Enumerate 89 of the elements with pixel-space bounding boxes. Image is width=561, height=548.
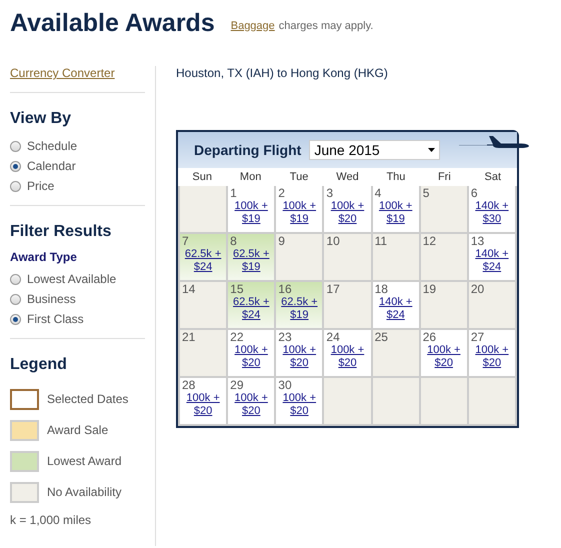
weekday-label: Mon (238, 170, 262, 185)
weekday-label: Wed (335, 170, 360, 185)
award-price-link[interactable]: 100k + $20 (326, 344, 370, 370)
day-number: 14 (182, 283, 196, 296)
weekday-label: Sat (484, 170, 502, 185)
day-number: 19 (422, 283, 436, 296)
calendar-title: Departing Flight (194, 140, 302, 160)
radio-button[interactable] (10, 314, 21, 324)
dropdown-arrow-icon (428, 148, 436, 152)
day-number: 10 (326, 235, 340, 248)
award-price-link[interactable]: 100k + $20 (229, 344, 274, 370)
section-heading: Legend (10, 355, 68, 375)
radio-label[interactable]: First Class (27, 310, 84, 328)
day-number: 26 (422, 331, 436, 344)
radio-button[interactable] (10, 180, 21, 192)
day-number: 9 (278, 235, 285, 248)
award-price-link[interactable]: 62.5k + $19 (229, 248, 274, 274)
legend-swatch (10, 389, 39, 410)
day-number: 16 (278, 283, 292, 296)
radio-label[interactable]: Business (27, 290, 76, 308)
legend-label: No Availability (47, 484, 122, 501)
day-number: 17 (326, 283, 340, 296)
award-price-link[interactable]: 100k + $20 (326, 200, 370, 226)
award-price-link[interactable]: 100k + $20 (277, 344, 322, 370)
award-price-link[interactable]: 100k + $20 (422, 344, 466, 370)
page-title: Available Awards (10, 8, 215, 38)
award-price-link[interactable]: 100k + $20 (277, 392, 322, 418)
radio-button[interactable] (10, 274, 21, 284)
day-number: 5 (422, 187, 430, 200)
day-number: 21 (182, 331, 196, 344)
baggage-link[interactable]: Baggage (230, 18, 275, 34)
day-number: 25 (374, 331, 388, 344)
day-number: 11 (374, 235, 388, 248)
day-number: 1 (230, 187, 237, 200)
radio-button[interactable] (10, 294, 21, 304)
award-price-link[interactable]: 140k + $24 (374, 296, 418, 322)
day-number: 29 (230, 379, 244, 392)
day-number: 30 (278, 379, 292, 392)
legend-swatch (10, 482, 39, 503)
weekday-label: Tue (288, 170, 310, 185)
radio-label[interactable]: Price (27, 177, 54, 195)
day-number: 27 (470, 331, 484, 344)
day-number: 20 (470, 283, 484, 296)
day-number: 28 (182, 379, 196, 392)
award-price-link[interactable]: 100k + $20 (181, 392, 226, 418)
day-number: 22 (230, 331, 244, 344)
award-price-link[interactable]: 100k + $20 (470, 344, 514, 370)
day-number: 24 (326, 331, 340, 344)
section-heading: Filter Results (10, 222, 112, 242)
day-number: 13 (470, 235, 484, 248)
award-price-link[interactable]: 62.5k + $24 (229, 296, 274, 322)
radio-button[interactable] (10, 160, 21, 172)
radio-label[interactable]: Calendar (27, 157, 76, 175)
radio-label[interactable]: Schedule (27, 137, 78, 155)
weekday-label: Fri (436, 170, 452, 185)
award-price-link[interactable]: 140k + $24 (470, 248, 514, 274)
day-number: 4 (374, 187, 382, 200)
day-number: 6 (470, 187, 478, 200)
award-price-link[interactable]: 100k + $19 (374, 200, 418, 226)
legend-swatch (10, 451, 39, 472)
legend-swatch (10, 420, 39, 441)
weekday-label: Thu (385, 170, 406, 185)
legend-label: Lowest Award (47, 453, 122, 470)
day-number: 23 (278, 331, 292, 344)
legend-note: k = 1,000 miles (10, 512, 92, 529)
day-number: 18 (374, 283, 388, 296)
day-number: 2 (278, 187, 285, 200)
day-number: 3 (326, 187, 334, 200)
currency-converter-link[interactable]: Currency Converter (10, 66, 145, 80)
day-number: 15 (230, 283, 244, 296)
month-dropdown[interactable]: June 2015 (309, 140, 440, 160)
award-price-link[interactable]: 140k + $30 (470, 200, 514, 226)
day-number: 7 (182, 235, 189, 248)
award-price-link[interactable]: 100k + $19 (229, 200, 274, 226)
award-price-link[interactable]: 62.5k + $24 (181, 248, 226, 274)
section-heading: View By (10, 109, 72, 129)
legend-label: Selected Dates (47, 391, 128, 408)
route-text: Houston, TX (IAH) to Hong Kong (HKG) (176, 66, 389, 80)
radio-button[interactable] (10, 140, 21, 152)
radio-label[interactable]: Lowest Available (27, 270, 116, 288)
weekday-label: Sun (191, 170, 213, 185)
award-price-link[interactable]: 62.5k + $19 (277, 296, 322, 322)
subheading: Award Type (10, 249, 78, 266)
notice-text: charges may apply. (278, 18, 374, 34)
award-price-link[interactable]: 100k + $20 (229, 392, 274, 418)
day-number: 8 (230, 235, 237, 248)
award-price-link[interactable]: 100k + $19 (277, 200, 322, 226)
day-number: 12 (422, 235, 436, 248)
legend-label: Award Sale (47, 422, 108, 439)
